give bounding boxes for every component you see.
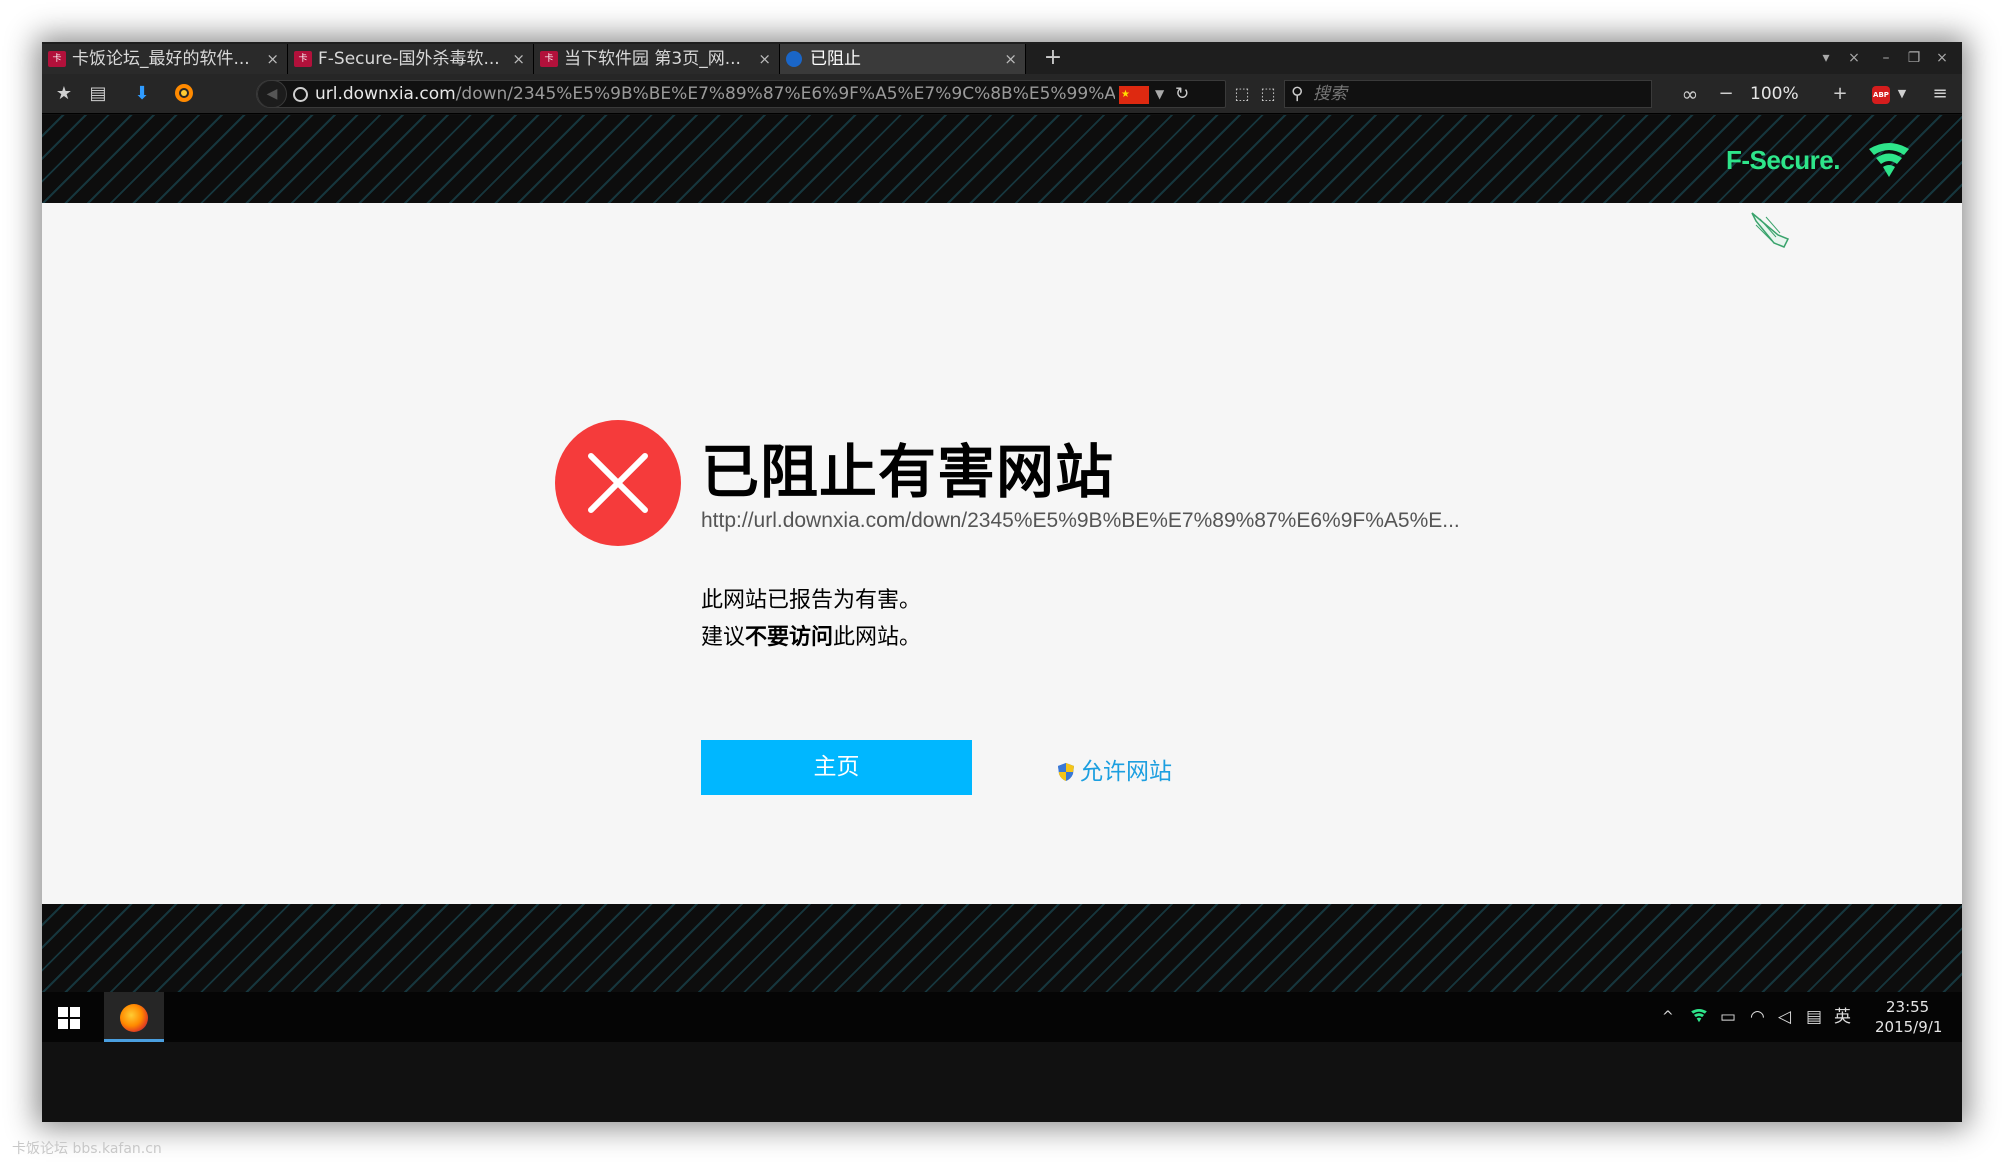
- bookmark-star-icon[interactable]: ★: [52, 82, 76, 106]
- blocked-x-icon: [555, 420, 681, 546]
- harmful-report-message: 此网站已报告为有害。: [701, 588, 922, 613]
- tab-close-icon[interactable]: ×: [266, 44, 279, 74]
- url-path: /down/2345%E5%9B%BE%E7%89%87%E6%9F%A5%E7…: [455, 84, 1115, 104]
- reload-icon[interactable]: ↻: [1175, 81, 1189, 107]
- tab-label: 卡饭论坛_最好的软件...: [72, 49, 250, 69]
- fsecure-shield-favicon-icon: [786, 51, 802, 67]
- restore-icon[interactable]: ❐: [1902, 46, 1926, 70]
- fsecure-tray-icon[interactable]: [1690, 1007, 1708, 1025]
- header-banner: F-Secure.: [42, 115, 1962, 203]
- wifi-icon[interactable]: ◠: [1750, 1006, 1765, 1028]
- taskbar-firefox-button[interactable]: [104, 992, 164, 1042]
- site-identity-icon[interactable]: [293, 87, 308, 102]
- volume-icon[interactable]: ◁: [1778, 1006, 1791, 1028]
- tray-chevron-icon[interactable]: ^: [1662, 1006, 1674, 1028]
- tab-list-dropdown-icon[interactable]: ▾: [1814, 46, 1838, 70]
- tab-close-icon[interactable]: ×: [1004, 44, 1017, 74]
- zoom-in-button[interactable]: +: [1828, 82, 1852, 106]
- screenshot-region-icon[interactable]: ⬚: [1230, 82, 1254, 106]
- url-text[interactable]: url.downxia.com/down/2345%E5%9B%BE%E7%89…: [315, 81, 1115, 107]
- close-all-icon[interactable]: ×: [1842, 46, 1866, 70]
- kafan-favicon-icon: 卡: [294, 51, 312, 67]
- tab-close-icon[interactable]: ×: [758, 44, 771, 74]
- tab-bar: 卡 卡饭论坛_最好的软件... × 卡 F-Secure-国外杀毒软... × …: [42, 42, 1962, 74]
- tab-blocked[interactable]: 已阻止 ×: [780, 44, 1026, 74]
- advice-emphasis: 不要访问: [745, 625, 834, 650]
- navigation-toolbar: ★ ▤ ⬇ ◀ url.downxia.com/down/2345%E5%9B%…: [42, 74, 1962, 114]
- zoom-out-button[interactable]: −: [1714, 82, 1738, 106]
- footer-banner: [42, 904, 1962, 992]
- adblock-dropdown-icon[interactable]: ▼: [1890, 82, 1914, 106]
- back-arrow-icon[interactable]: ◀: [257, 81, 287, 107]
- tab-fsecure-forum[interactable]: 卡 F-Secure-国外杀毒软... ×: [288, 44, 534, 74]
- blocked-page: F-Secure. 已阻止有害网站 http://url.downxia.com…: [42, 115, 1962, 992]
- screenshot-page-icon[interactable]: ⬚: [1256, 82, 1280, 106]
- tab-label: F-Secure-国外杀毒软...: [318, 49, 500, 69]
- uac-shield-icon: [1058, 763, 1074, 781]
- menu-hamburger-icon[interactable]: ≡: [1928, 82, 1952, 106]
- home-button[interactable]: 主页: [701, 740, 972, 795]
- advice-message: 建议不要访问此网站。: [701, 619, 921, 651]
- fsecure-logo-text: F-Secure.: [1726, 145, 1841, 175]
- firefox-icon: [120, 1004, 148, 1032]
- search-box[interactable]: ⚲: [1284, 80, 1652, 108]
- browser-window: 卡 卡饭论坛_最好的软件... × 卡 F-Secure-国外杀毒软... × …: [42, 42, 1962, 1122]
- minimize-icon[interactable]: –: [1874, 46, 1898, 70]
- tab-label: 已阻止: [810, 49, 861, 69]
- china-flag-icon[interactable]: [1119, 82, 1149, 107]
- allow-site-label: 允许网站: [1080, 759, 1172, 785]
- search-icon: ⚲: [1291, 84, 1304, 104]
- battery-icon[interactable]: ▭: [1720, 1006, 1736, 1028]
- tab-close-icon[interactable]: ×: [512, 44, 525, 74]
- forum-watermark: 卡饭论坛 bbs.kafan.cn: [12, 1141, 162, 1157]
- address-bar[interactable]: ◀ url.downxia.com/down/2345%E5%9B%BE%E7%…: [256, 80, 1226, 108]
- window-close-icon[interactable]: ×: [1930, 46, 1954, 70]
- clock-time[interactable]: 23:55: [1886, 998, 1929, 1016]
- firefox-sync-icon[interactable]: [172, 82, 196, 106]
- fsecure-wave-icon: [1869, 143, 1909, 177]
- adblock-plus-icon[interactable]: ABP: [1872, 86, 1890, 104]
- notification-icon[interactable]: ▤: [1806, 1006, 1822, 1028]
- skeleton-hand-cursor-icon: [1751, 212, 1790, 248]
- tab-downxia[interactable]: 卡 当下软件园 第3页_网... ×: [534, 44, 780, 74]
- ime-indicator[interactable]: 英: [1834, 1006, 1851, 1028]
- blocked-url: http://url.downxia.com/down/2345%E5%9B%B…: [701, 509, 1460, 532]
- tab-label: 当下软件园 第3页_网...: [564, 49, 741, 69]
- url-host: url.downxia.com: [315, 84, 456, 104]
- search-input[interactable]: [1313, 81, 1643, 107]
- windows-taskbar: ^ ▭ ◠ ◁ ▤ 英 23:55 2015/9/1: [42, 992, 1962, 1042]
- kafan-favicon-icon: 卡: [48, 51, 66, 67]
- zoom-level[interactable]: 100%: [1750, 82, 1799, 106]
- advice-suffix: 此网站。: [833, 625, 922, 650]
- allow-site-link[interactable]: 允许网站: [1058, 752, 1172, 786]
- library-icon[interactable]: ▤: [86, 82, 110, 106]
- tab-kafan-forum[interactable]: 卡 卡饭论坛_最好的软件... ×: [42, 44, 288, 74]
- windows-start-icon[interactable]: [58, 1007, 80, 1029]
- private-mask-icon[interactable]: ∞: [1678, 82, 1702, 106]
- page-title: 已阻止有害网站: [701, 438, 1115, 506]
- url-dropdown-icon[interactable]: ▼: [1155, 81, 1164, 107]
- kafan-favicon-icon: 卡: [540, 51, 558, 67]
- advice-prefix: 建议: [701, 625, 746, 650]
- clock-date[interactable]: 2015/9/1: [1875, 1018, 1942, 1036]
- download-arrow-icon[interactable]: ⬇: [130, 82, 154, 106]
- new-tab-button[interactable]: +: [1038, 44, 1068, 74]
